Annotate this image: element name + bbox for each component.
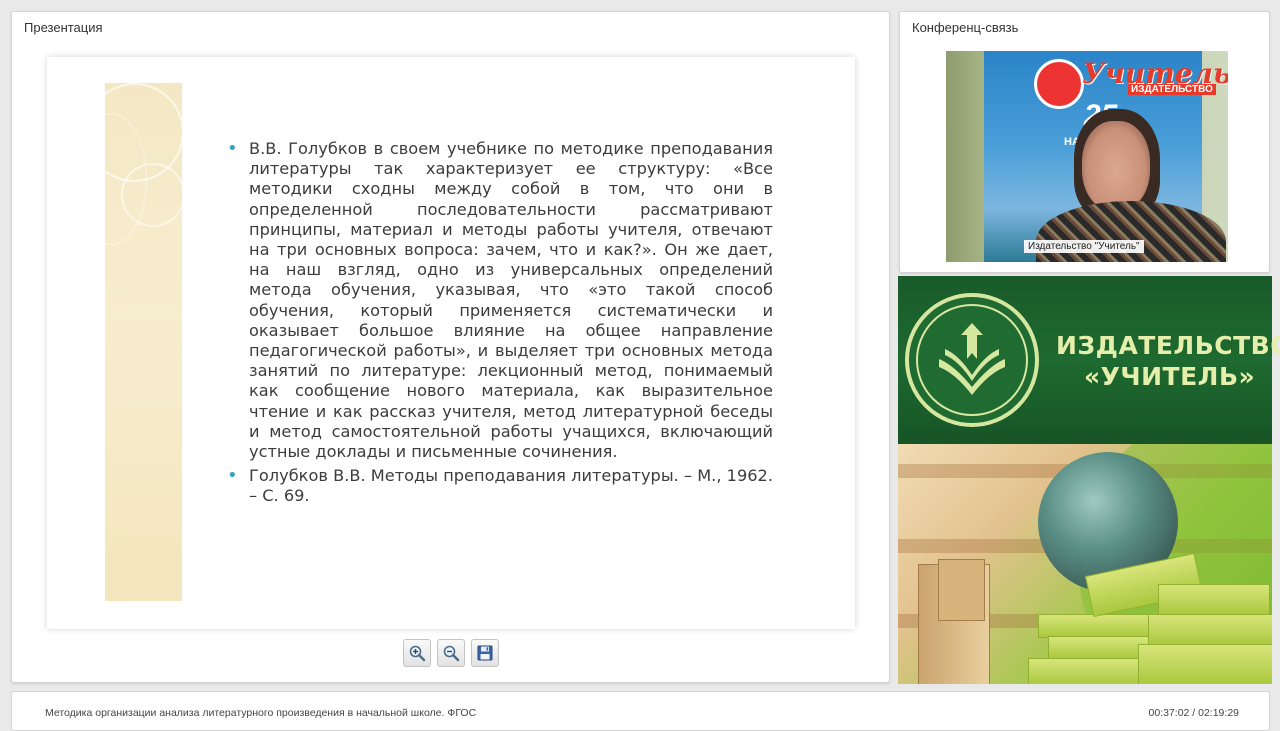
video-caption: Издательство "Учитель" [1024, 240, 1144, 253]
banner-logo-icon [1034, 59, 1084, 109]
slide-bullet: Голубков В.В. Методы преподавания литера… [227, 466, 773, 506]
presentation-panel: Презентация В.В. Голубков в своем учебни… [11, 11, 890, 683]
zoom-out-icon [443, 645, 460, 662]
presenter-face [1082, 121, 1150, 211]
publisher-logo-icon [905, 293, 1039, 427]
banner-logo-subtext: ИЗДАТЕЛЬСТВО [1128, 84, 1216, 95]
webcam-video[interactable]: Учитель ИЗДАТЕЛЬСТВО 25 НА КНИЖ Издатель… [946, 51, 1228, 262]
publisher-banner: ИЗДАТЕЛЬСТВО «УЧИТЕЛЬ» [898, 276, 1280, 444]
books-globe-image [898, 444, 1272, 684]
course-title: Методика организации анализа литературно… [45, 707, 477, 719]
conference-panel-title: Конференц-связь [912, 20, 1019, 35]
save-button[interactable] [471, 639, 499, 667]
presentation-panel-title: Презентация [24, 20, 103, 35]
footer-bar: Методика организации анализа литературно… [11, 691, 1270, 731]
publisher-name-line2: «УЧИТЕЛЬ» [1084, 362, 1256, 391]
zoom-in-icon [409, 645, 426, 662]
slide-bullet: В.В. Голубков в своем учебнике по методи… [227, 139, 773, 462]
playback-time: 00:37:02 / 02:19:29 [1148, 707, 1240, 719]
conference-panel: Конференц-связь Учитель ИЗДАТЕЛЬСТВО 25 … [899, 11, 1270, 273]
slide-bullet-list: В.В. Голубков в своем учебнике по методи… [227, 139, 773, 511]
zoom-out-button[interactable] [437, 639, 465, 667]
zoom-in-button[interactable] [403, 639, 431, 667]
slide-decoration [105, 83, 182, 601]
publisher-name-line1: ИЗДАТЕЛЬСТВО [1056, 331, 1280, 360]
floppy-disk-icon [477, 645, 493, 661]
presentation-slide: В.В. Голубков в своем учебнике по методи… [47, 57, 855, 629]
